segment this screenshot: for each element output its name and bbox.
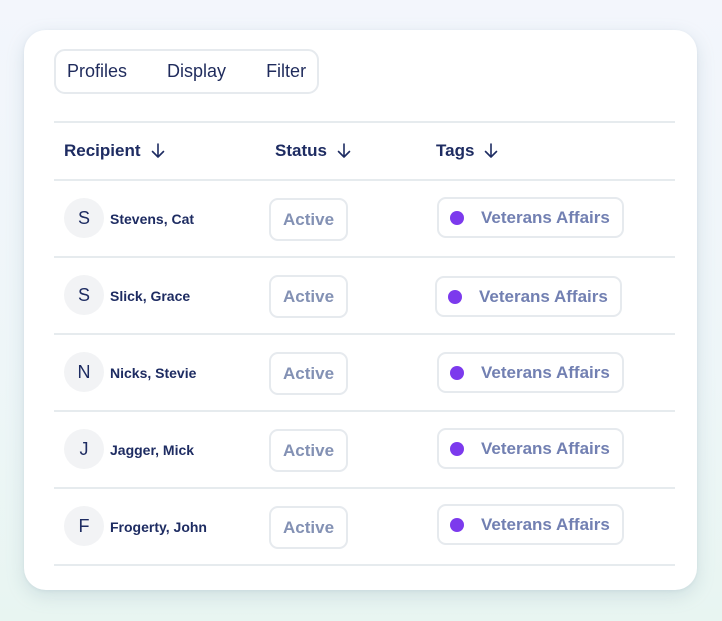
tag-chip[interactable]: Veterans Affairs [437,197,624,238]
filter-button[interactable]: Filter [266,61,306,82]
profiles-button[interactable]: Profiles [67,61,127,82]
table-row[interactable]: S Slick, Grace Active Veterans Affairs [54,258,675,333]
tag-dot-icon [450,517,464,532]
table-row[interactable]: F Frogerty, John Active Veterans Affairs [54,489,675,564]
status-badge: Active [269,506,349,549]
avatar: S [64,275,104,315]
recipients-card: Profiles Display Filter Recipient Status… [24,30,697,590]
recipient-name: Stevens, Cat [110,210,195,227]
arrow-down-icon [151,143,164,158]
avatar: S [64,198,104,238]
status-badge: Active [269,429,349,472]
display-button[interactable]: Display [167,61,226,82]
status-badge: Active [269,352,349,395]
tag-label: Veterans Affairs [481,438,610,458]
column-header-label: Tags [436,141,475,160]
view-toolbar: Profiles Display Filter [54,49,320,94]
column-header-recipient[interactable]: Recipient [64,123,165,179]
table-divider [54,564,675,566]
tag-dot-icon [450,365,464,380]
tag-dot-icon [450,441,464,456]
arrow-down-icon [485,143,498,158]
table-row[interactable]: J Jagger, Mick Active Veterans Affairs [54,412,675,487]
tag-label: Veterans Affairs [481,514,610,534]
tag-chip[interactable]: Veterans Affairs [437,352,624,393]
table-row[interactable]: N Nicks, Stevie Active Veterans Affairs [54,335,675,410]
avatar: N [64,352,104,392]
column-header-tags[interactable]: Tags [436,123,498,179]
table-header: Recipient Status Tags [54,123,675,179]
tag-chip[interactable]: Veterans Affairs [437,428,624,469]
tag-dot-icon [448,289,462,304]
tag-label: Veterans Affairs [481,207,610,227]
recipient-name: Frogerty, John [110,518,207,535]
table-row[interactable]: S Stevens, Cat Active Veterans Affairs [54,181,675,256]
recipients-table: Recipient Status Tags S Stevens, Cat Act… [54,121,675,566]
arrow-down-icon [337,143,351,158]
tag-chip[interactable]: Veterans Affairs [435,276,622,317]
avatar: F [64,506,104,546]
recipient-name: Slick, Grace [110,287,191,304]
status-badge: Active [269,275,349,318]
tag-chip[interactable]: Veterans Affairs [437,504,624,545]
tag-dot-icon [450,210,464,225]
recipient-name: Jagger, Mick [110,441,195,458]
recipient-name: Nicks, Stevie [110,364,197,381]
tag-label: Veterans Affairs [481,362,610,382]
tag-label: Veterans Affairs [479,286,608,306]
avatar: J [64,429,104,469]
column-header-label: Status [275,141,327,160]
column-header-status[interactable]: Status [275,123,351,179]
status-badge: Active [269,198,349,241]
column-header-label: Recipient [64,141,141,160]
